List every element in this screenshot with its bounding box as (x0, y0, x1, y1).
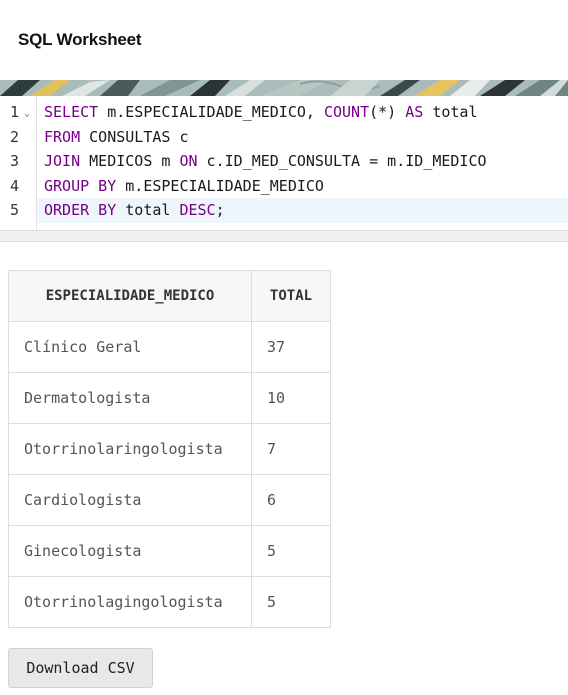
column-header-especialidade[interactable]: ESPECIALIDADE_MEDICO (8, 270, 252, 322)
sql-text: c.ID_MED_CONSULTA = m.ID_MEDICO (197, 152, 487, 170)
download-csv-button[interactable]: Download CSV (8, 648, 153, 688)
sql-text: total (423, 103, 478, 121)
editor-resize-bar[interactable] (0, 230, 568, 242)
sql-text: (*) (369, 103, 406, 121)
table-row: Otorrinolaringologista 7 (8, 423, 331, 475)
sql-keyword: AS (405, 103, 424, 121)
pattern-image (0, 80, 568, 96)
sql-keyword: FROM (44, 127, 81, 146)
cell-total: 7 (251, 423, 331, 475)
line-number: 4 (10, 176, 20, 195)
code-line[interactable]: FROM CONSULTAS c (37, 125, 568, 150)
cell-especialidade: Otorrinolagingologista (8, 576, 252, 628)
header: SQL Worksheet (0, 0, 568, 80)
sql-editor[interactable]: 1 ⌄ 2 3 4 5 SELECT m.ESPECIALIDADE_MEDICO… (0, 96, 568, 242)
sql-text: m.ESPECIALIDADE_MEDICO (116, 176, 324, 195)
line-number: 5 (10, 201, 20, 219)
cell-especialidade: Dermatologista (8, 372, 252, 424)
sql-keyword: GROUP BY (44, 176, 117, 195)
column-header-total[interactable]: TOTAL (251, 270, 331, 322)
cell-total: 5 (251, 525, 331, 577)
cell-total: 10 (251, 372, 331, 424)
sql-keyword: SELECT (44, 103, 99, 121)
results-table: ESPECIALIDADE_MEDICO TOTAL Clínico Geral… (8, 270, 331, 628)
sql-keyword: ON (179, 152, 198, 170)
sql-keyword: ORDER BY (44, 201, 117, 219)
table-row: Clínico Geral 37 (8, 321, 331, 373)
table-row: Ginecologista 5 (8, 525, 331, 577)
cell-total: 37 (251, 321, 331, 373)
code-area[interactable]: SELECT m.ESPECIALIDADE_MEDICO, COUNT(*) … (37, 100, 568, 223)
chevron-down-icon[interactable]: ⌄ (24, 102, 30, 127)
sql-keyword: JOIN (44, 152, 81, 170)
line-number: 3 (10, 152, 20, 170)
line-number-gutter: 1 ⌄ 2 3 4 5 (0, 100, 36, 223)
sql-text: m.ESPECIALIDADE_MEDICO, (98, 103, 324, 121)
cell-total: 6 (251, 474, 331, 526)
table-row: Cardiologista 6 (8, 474, 331, 526)
sql-keyword: COUNT (323, 103, 370, 121)
sql-text: CONSULTAS c (80, 127, 189, 146)
table-header-row: ESPECIALIDADE_MEDICO TOTAL (8, 270, 331, 322)
code-line[interactable]: GROUP BY m.ESPECIALIDADE_MEDICO (37, 174, 568, 199)
sql-text: total (116, 201, 180, 219)
results-panel: ESPECIALIDADE_MEDICO TOTAL Clínico Geral… (8, 270, 331, 628)
cell-especialidade: Clínico Geral (8, 321, 252, 373)
cell-total: 5 (251, 576, 331, 628)
line-number: 1 ⌄ (0, 100, 36, 125)
code-line[interactable]: SELECT m.ESPECIALIDADE_MEDICO, COUNT(*) … (37, 100, 568, 125)
results-body: Clínico Geral 37 Dermatologista 10 Otorrinol… (8, 321, 331, 628)
decorative-banner (0, 80, 568, 96)
code-line[interactable]: ORDER BY total DESC; (37, 198, 568, 223)
sql-text: MEDICOS m (80, 152, 180, 170)
cell-especialidade: Cardiologista (8, 474, 252, 526)
sql-keyword: DESC (179, 201, 216, 219)
cell-especialidade: Ginecologista (8, 525, 252, 577)
table-row: Dermatologista 10 (8, 372, 331, 424)
line-number: 2 (10, 127, 20, 146)
table-row: Otorrinolagingologista 5 (8, 576, 331, 628)
page-title: SQL Worksheet (18, 30, 142, 49)
sql-text: ; (215, 201, 225, 219)
cell-especialidade: Otorrinolaringologista (8, 423, 252, 475)
code-line[interactable]: JOIN MEDICOS m ON c.ID_MED_CONSULTA = m.… (37, 149, 568, 174)
